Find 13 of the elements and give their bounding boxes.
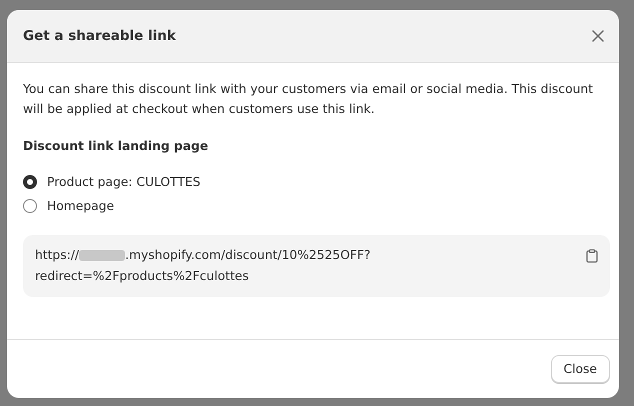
dialog-title: Get a shareable link [23,28,176,44]
radio-button[interactable] [23,199,37,213]
section-heading: Discount link landing page [23,139,210,153]
option-label[interactable]: Homepage [47,199,114,213]
close-icon[interactable] [591,29,605,43]
url-text: https:// [35,247,80,264]
url-text: redirect=%2Fproducts%2Fculottes [35,268,249,285]
clipboard-icon[interactable] [586,249,598,263]
option-label[interactable]: Product page: CULOTTES [47,175,200,189]
radio-button[interactable] [23,175,37,189]
description-text: You can share this discount link with your customers via email or social media. This discount will be applied at checkout when customers use this link. [23,81,594,118]
close-button[interactable]: Close [550,355,610,383]
url-text: .myshopify.com/discount/10%2525OFF? [125,247,371,264]
